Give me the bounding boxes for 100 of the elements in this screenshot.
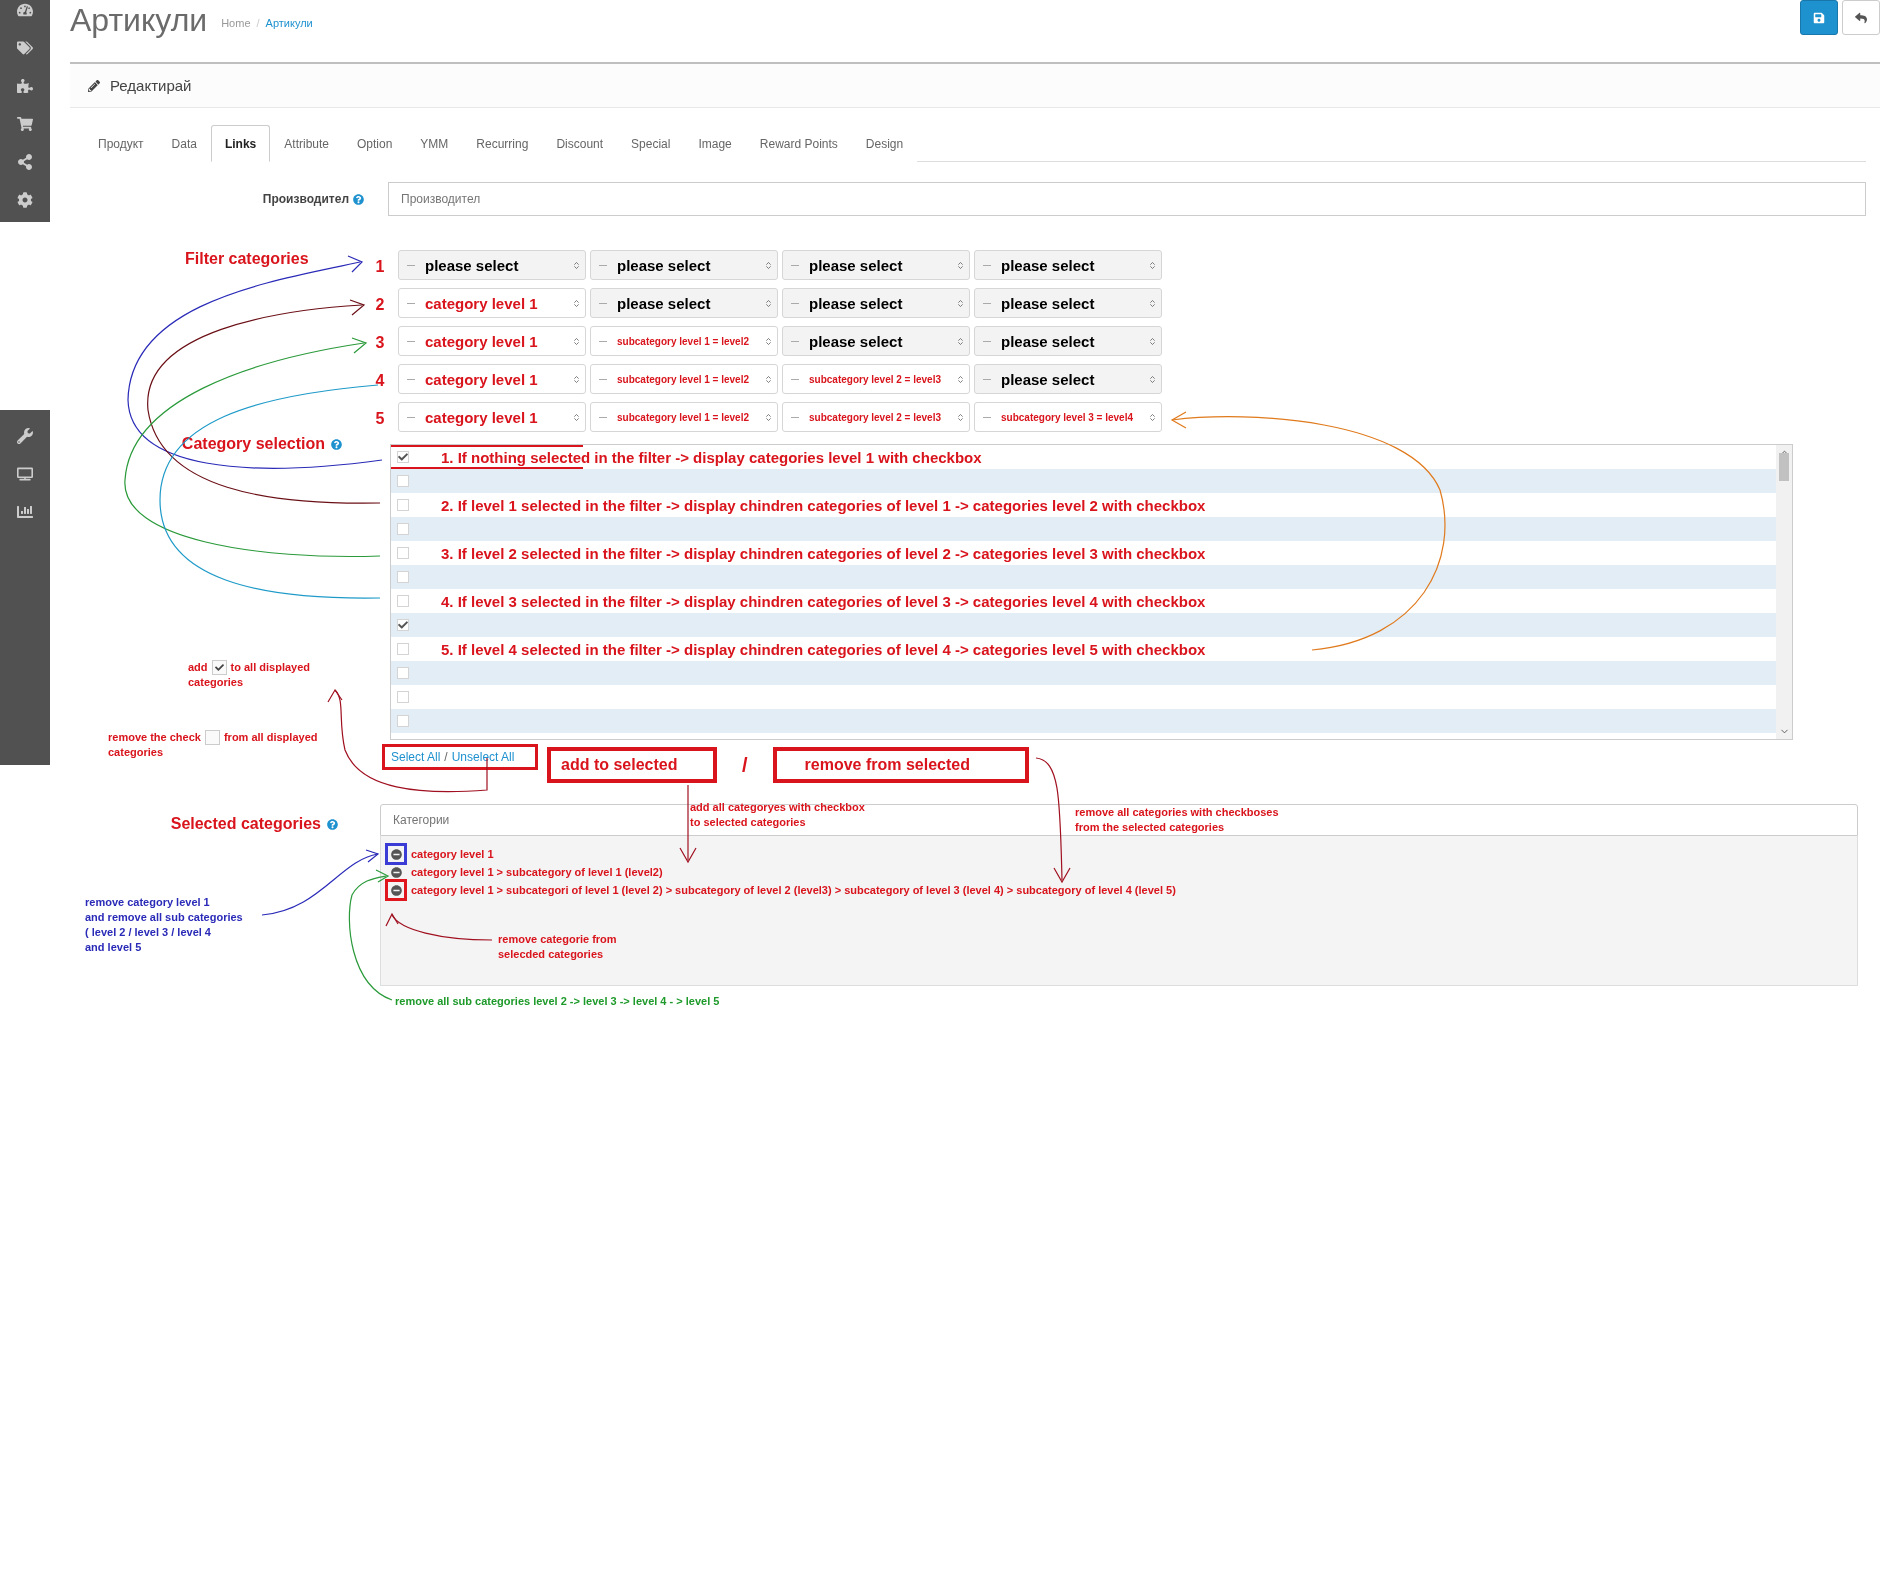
selected-category: category level 1 > subcategory of level 1 (level2) <box>411 866 663 878</box>
checkbox[interactable] <box>397 475 409 487</box>
category-option[interactable]: 3. If level 2 selected in the filter -> display chindren categories of level 2 -> categories level 3 with checkbox <box>441 544 1206 562</box>
pencil-icon <box>88 79 100 92</box>
caret-icon <box>572 298 581 308</box>
selected-category: category level 1 <box>411 848 494 860</box>
category-select[interactable]: subcategory level 2 = level3 <box>782 402 970 432</box>
select-all-link[interactable]: Select All <box>391 750 441 764</box>
caret-icon <box>1148 260 1157 270</box>
category-option[interactable]: 1. If nothing selected in the filter -> display categories level 1 with checkbox <box>441 448 982 466</box>
cart-icon[interactable] <box>17 116 33 132</box>
share-icon[interactable] <box>17 154 33 170</box>
bar-chart-icon[interactable] <box>17 504 33 520</box>
category-select[interactable]: please select <box>590 288 778 318</box>
selected-category: category level 1 > subcategori of level 1 (level 2) > subcategory of level 2 (level3) > subcategory of level 3 (level 4) > subcategory of level 4 (level 5) <box>411 884 1176 896</box>
save-icon <box>1813 11 1825 24</box>
checkbox[interactable] <box>397 451 409 463</box>
category-option[interactable]: 4. If level 3 selected in the filter -> display chindren categories of level 3 -> categories level 4 with checkbox <box>441 592 1206 610</box>
scrollbar[interactable] <box>1776 445 1792 739</box>
category-select[interactable]: subcategory level 3 = level4 <box>974 402 1162 432</box>
checkbox[interactable] <box>397 667 409 679</box>
unselect-all-link[interactable]: Unselect All <box>451 750 515 764</box>
caret-icon <box>764 298 773 308</box>
caret-icon <box>956 298 965 308</box>
checkbox[interactable] <box>397 571 409 583</box>
dashboard-icon[interactable] <box>17 2 33 18</box>
caret-icon <box>572 412 581 422</box>
checkbox[interactable] <box>397 547 409 559</box>
help-icon[interactable] <box>327 818 338 830</box>
slash-separator: / <box>742 753 748 777</box>
page-title: Артикули <box>70 1 208 40</box>
annotation-text: add <box>188 660 208 675</box>
category-select[interactable]: subcategory level 1 = level2 <box>590 402 778 432</box>
row-number: 2 <box>374 295 386 315</box>
breadcrumb-link[interactable]: Артикули <box>265 17 313 29</box>
category-selection-label: Category selection <box>181 435 325 453</box>
category-option[interactable]: 5. If level 4 selected in the filter -> display chindren categories of level 4 -> categories level 5 with checkbox <box>441 640 1206 658</box>
category-option[interactable]: 2. If level 1 selected in the filter -> display chindren categories of level 1 -> categories level 2 with checkbox <box>441 496 1206 514</box>
checkbox[interactable] <box>397 499 409 511</box>
annotation-text: remove all categories with checkboses from the selected categories <box>1075 805 1279 835</box>
add-to-selected-button[interactable]: add to selected <box>547 747 717 783</box>
annotation-text: categories <box>108 745 165 760</box>
scrollbar-thumb[interactable] <box>1779 453 1789 481</box>
category-select[interactable]: please select <box>590 250 778 280</box>
breadcrumb-separator: / <box>256 17 260 29</box>
category-select[interactable]: please select <box>782 326 970 356</box>
category-select[interactable]: please select <box>974 364 1162 394</box>
category-select[interactable]: please select <box>782 288 970 318</box>
annotation-text: remove categorie from selecded categories <box>498 932 617 962</box>
caret-icon <box>1148 336 1157 346</box>
category-select[interactable]: please select <box>974 288 1162 318</box>
category-select[interactable]: category level 1 <box>398 326 586 356</box>
back-arrow-icon <box>1855 11 1867 24</box>
checkbox[interactable] <box>397 523 409 535</box>
caret-icon <box>956 260 965 270</box>
annotation-text: remove all sub categories level 2 -> level 3 -> level 4 - > level 5 <box>395 994 720 1009</box>
field-label: Производител <box>262 192 349 206</box>
category-select[interactable]: please select <box>974 250 1162 280</box>
panel-title: Редактирай <box>110 77 192 94</box>
wrench-icon[interactable] <box>17 428 33 444</box>
link-separator: / <box>444 750 448 764</box>
caret-icon <box>764 260 773 270</box>
puzzle-icon[interactable] <box>17 78 33 94</box>
category-select[interactable]: category level 1 <box>398 402 586 432</box>
save-button[interactable] <box>1800 0 1838 35</box>
caret-icon <box>572 374 581 384</box>
category-select[interactable]: category level 1 <box>398 364 586 394</box>
category-select[interactable]: subcategory level 1 = level2 <box>590 364 778 394</box>
category-select[interactable]: category level 1 <box>398 288 586 318</box>
caret-icon <box>956 374 965 384</box>
remove-icon[interactable] <box>385 879 407 901</box>
monitor-icon[interactable] <box>17 466 33 482</box>
tab[interactable]: Links <box>210 125 271 162</box>
checkbox[interactable] <box>397 619 409 631</box>
category-select[interactable]: please select <box>782 250 970 280</box>
category-select[interactable]: please select <box>398 250 586 280</box>
selected-categories-label: Selected categories <box>170 815 321 833</box>
help-icon[interactable] <box>353 193 364 205</box>
caret-icon <box>1148 374 1157 384</box>
annotation-text: from all displayed <box>223 730 318 745</box>
annotation-text: categories <box>188 675 245 690</box>
remove-icon[interactable] <box>385 843 407 865</box>
checkbox[interactable] <box>397 691 409 703</box>
annotation-text: remove the check <box>108 730 201 745</box>
category-select[interactable]: subcategory level 1 = level2 <box>590 326 778 356</box>
checkbox[interactable] <box>397 643 409 655</box>
remove-from-selected-button[interactable]: remove from selected <box>772 747 1029 783</box>
help-icon[interactable] <box>331 438 342 450</box>
category-select[interactable]: please select <box>974 326 1162 356</box>
row-number: 4 <box>374 371 386 391</box>
checkbox[interactable] <box>397 595 409 607</box>
row-number: 3 <box>374 333 386 353</box>
back-button[interactable] <box>1842 0 1880 35</box>
manufacturer-field[interactable]: Производител <box>388 182 1866 216</box>
settings-icon[interactable] <box>17 192 33 208</box>
category-select[interactable]: subcategory level 2 = level3 <box>782 364 970 394</box>
caret-icon <box>764 336 773 346</box>
checkbox[interactable] <box>397 715 409 727</box>
tags-icon[interactable] <box>17 40 33 56</box>
caret-icon <box>572 260 581 270</box>
